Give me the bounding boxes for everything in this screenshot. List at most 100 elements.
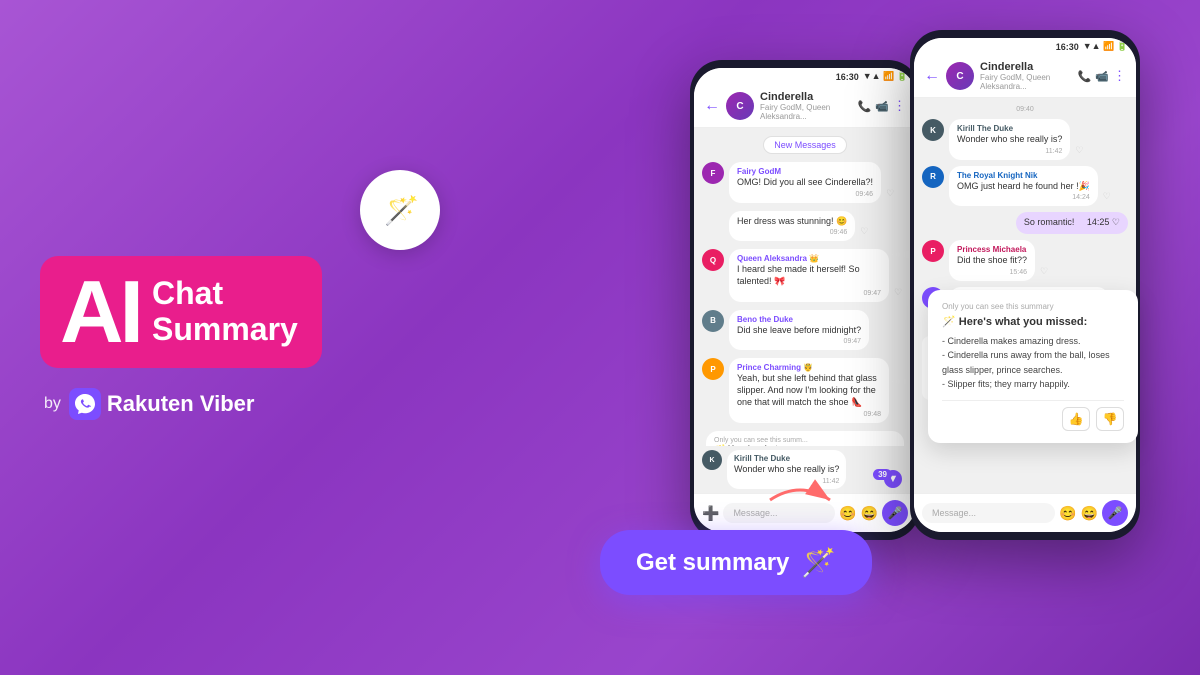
phone-1-messages-area: New Messages F Fairy GodM OMG! Did you a… xyxy=(694,128,916,446)
avatar: F xyxy=(702,162,724,184)
mic-button-2[interactable]: 🎤 xyxy=(1102,500,1128,526)
phone-2-more-icon[interactable]: ⋮ xyxy=(1113,68,1126,84)
msg-time: 09:47 xyxy=(737,338,861,345)
time-separator: 09:40 xyxy=(922,106,1128,113)
sticker-icon-2[interactable]: 😄 xyxy=(1081,505,1098,522)
phone-2-phone-icon[interactable]: 📞 xyxy=(1078,70,1092,83)
msg-sender: Prince Charming 🤴 xyxy=(737,363,881,372)
like-icon[interactable]: ♡ xyxy=(1103,191,1111,202)
phone-2-header: ← C Cinderella Fairy GodM, Queen Aleksan… xyxy=(914,55,1136,98)
like-icon[interactable]: ♡ xyxy=(886,188,894,199)
summary-only-you-text: Only you can see this summary xyxy=(942,302,1124,311)
table-row: Her dress was stunning! 😊 09:46 ♡ xyxy=(702,211,908,242)
emoji-icon[interactable]: 😊 xyxy=(839,505,856,522)
avatar: P xyxy=(922,240,944,262)
new-messages-badge: New Messages xyxy=(763,136,847,154)
phone-2-status-bar: 16:30 ▼▲ 📶 🔋 xyxy=(914,38,1136,55)
message-bubble: The Royal Knight Nik OMG just heard he f… xyxy=(949,166,1098,207)
table-row: So romantic! 14:25 ♡ xyxy=(922,212,1128,234)
like-icon[interactable]: ♡ xyxy=(860,226,868,237)
message-bubble: Beno the Duke Did she leave before midni… xyxy=(729,310,869,351)
message-bubble: Kirill The Duke Wonder who she really is… xyxy=(949,119,1070,160)
msg-time: 11:42 xyxy=(957,148,1062,155)
phone-1-contact-info: Cinderella Fairy GodM, Queen Aleksandra.… xyxy=(760,91,852,121)
table-row: P Prince Charming 🤴 Yeah, but she left b… xyxy=(702,358,908,422)
phone-2: 16:30 ▼▲ 📶 🔋 ← C Cinderella Fairy GodM, … xyxy=(910,30,1140,540)
msg-text: Did she leave before midnight? xyxy=(737,325,861,337)
msg-sender: Queen Aleksandra 👑 xyxy=(737,254,881,263)
by-text: by xyxy=(44,395,61,413)
avatar: R xyxy=(922,166,944,188)
table-row: R The Royal Knight Nik OMG just heard he… xyxy=(922,166,1128,207)
message-bubble: Prince Charming 🤴 Yeah, but she left beh… xyxy=(729,358,889,422)
add-icon[interactable]: ➕ xyxy=(702,505,719,522)
magic-wand-icon: 🪄 xyxy=(378,188,422,232)
summary-label: Summary xyxy=(152,312,298,347)
thumbs-up-button[interactable]: 👍 xyxy=(1062,407,1090,431)
summary-popup: Only you can see this summary 🪄 Here's w… xyxy=(928,290,1138,443)
msg-sender: Beno the Duke xyxy=(737,315,861,324)
like-icon[interactable]: ♡ xyxy=(1075,145,1083,156)
message-bubble: Her dress was stunning! 😊 09:46 xyxy=(729,211,855,242)
phone-2-bottom-bar: Message... 😊 😄 🎤 xyxy=(914,493,1136,532)
avatar: B xyxy=(702,310,724,332)
msg-time: 09:46 xyxy=(737,191,873,198)
summary-popup-title: 🪄 Here's what you missed: xyxy=(942,315,1124,328)
msg-text: Wonder who she really is? xyxy=(957,134,1062,146)
sticker-icon[interactable]: 😄 xyxy=(861,505,878,522)
emoji-icon-2[interactable]: 😊 xyxy=(1059,505,1076,522)
message-input-2[interactable]: Message... xyxy=(922,503,1055,523)
phone-1-header: ← C Cinderella Fairy GodM, Queen Aleksan… xyxy=(694,85,916,128)
phone-1-back[interactable]: ← xyxy=(704,97,720,115)
msg-text: I heard she made it herself! So talented… xyxy=(737,264,881,287)
phone-1-status-bar: 16:30 ▼▲ 📶 🔋 xyxy=(694,68,916,85)
message-bubble-sent: So romantic! 14:25 ♡ xyxy=(1016,212,1128,234)
msg-sender: Kirill The Duke xyxy=(957,124,1062,133)
msg-time: 15:46 xyxy=(957,269,1027,276)
msg-sender: The Royal Knight Nik xyxy=(957,171,1090,180)
phone-2-video-icon[interactable]: 📹 xyxy=(1095,70,1109,83)
avatar: Q xyxy=(702,249,724,271)
ai-badge: AI Chat Summary xyxy=(40,256,322,368)
msg-text: OMG! Did you all see Cinderella?! xyxy=(737,177,873,189)
phone-1: 16:30 ▼▲ 📶 🔋 ← C Cinderella Fairy GodM, … xyxy=(690,60,920,540)
phone-2-screen: 16:30 ▼▲ 📶 🔋 ← C Cinderella Fairy GodM, … xyxy=(914,38,1136,532)
phone-1-more-icon[interactable]: ⋮ xyxy=(893,98,906,114)
table-row: P Princess Michaela Did the shoe fit?? 1… xyxy=(922,240,1128,281)
chat-summary-text: Chat Summary xyxy=(152,276,298,346)
phone-1-video-icon[interactable]: 📹 xyxy=(875,100,889,113)
phone-2-header-icons: 📞 📹 ⋮ xyxy=(1078,68,1126,84)
phone-2-back[interactable]: ← xyxy=(924,67,940,85)
thumbs-down-button[interactable]: 👎 xyxy=(1096,407,1124,431)
magic-wand-btn-icon: 🪄 xyxy=(801,546,836,579)
table-row: B Beno the Duke Did she leave before mid… xyxy=(702,310,908,351)
avatar: K xyxy=(702,450,722,470)
table-row: F Fairy GodM OMG! Did you all see Cinder… xyxy=(702,162,908,203)
chat-label: Chat xyxy=(152,276,298,311)
get-summary-label: Get summary xyxy=(636,549,789,577)
get-summary-button[interactable]: Get summary 🪄 xyxy=(600,530,872,595)
phone-1-header-icons: 📞 📹 ⋮ xyxy=(858,98,906,114)
summary-popup-items: - Cinderella makes amazing dress. - Cind… xyxy=(942,334,1124,392)
phone-1-contact-avatar: C xyxy=(726,92,754,120)
msg-time: 09:46 xyxy=(737,229,847,236)
mic-button[interactable]: 🎤 xyxy=(882,500,908,526)
summary-feedback: 👍 👎 xyxy=(942,400,1124,431)
avatar: K xyxy=(922,119,944,141)
like-icon[interactable]: ♡ xyxy=(894,287,902,298)
msg-sender: Fairy GodM xyxy=(737,167,873,176)
like-icon[interactable]: ♡ xyxy=(1040,266,1048,277)
left-branding: AI Chat Summary by Rakuten Viber xyxy=(40,256,322,420)
ai-letter: AI xyxy=(60,268,140,356)
phones-container: 16:30 ▼▲ 📶 🔋 ← C Cinderella Fairy GodM, … xyxy=(690,30,1140,540)
phone-1-contact-name: Cinderella xyxy=(760,91,852,103)
msg-text: Her dress was stunning! 😊 xyxy=(737,216,847,228)
phone-1-phone-icon[interactable]: 📞 xyxy=(858,100,872,113)
by-viber: by Rakuten Viber xyxy=(40,388,322,420)
viber-logo: Rakuten Viber xyxy=(69,388,255,420)
msg-time: 09:47 xyxy=(737,290,881,297)
phone-2-contact-name: Cinderella xyxy=(980,61,1072,73)
rakuten-viber-text: Rakuten Viber xyxy=(107,391,255,417)
message-bubble: Queen Aleksandra 👑 I heard she made it h… xyxy=(729,249,889,301)
avatar: P xyxy=(702,358,724,380)
